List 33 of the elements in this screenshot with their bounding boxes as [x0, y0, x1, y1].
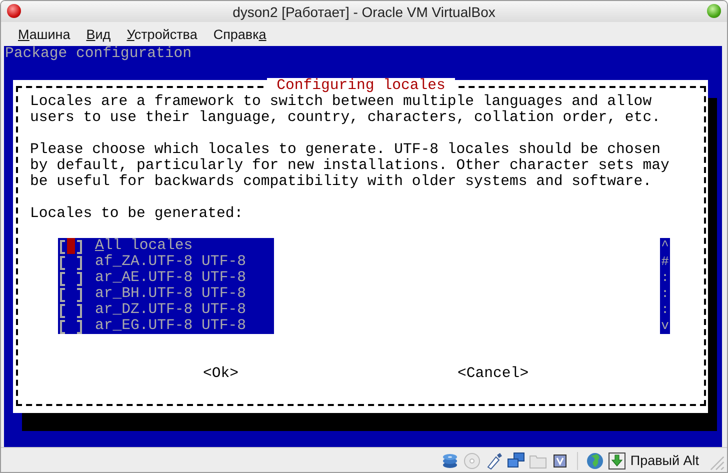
- menu-item[interactable]: Устройства: [118, 26, 206, 42]
- hard-disk-icon[interactable]: [441, 452, 460, 470]
- globe-icon[interactable]: [586, 452, 604, 470]
- checkbox[interactable]: [60, 256, 82, 268]
- menu-item[interactable]: Справка: [205, 26, 274, 42]
- list-label: Locales to be generated:: [30, 206, 244, 222]
- checkbox[interactable]: [60, 320, 82, 332]
- checkbox[interactable]: [60, 304, 82, 316]
- dialog-paragraph: Please choose which locales to generate. UTF-8 locales should be chosen by default, particularly for new installations. Other character sets may be useful for backwards compatibility with older systems and software.: [30, 142, 670, 190]
- dialog-title: Configuring locales: [266, 78, 456, 94]
- dialog-button[interactable]: <Ok>: [203, 366, 239, 382]
- locale-item[interactable]: ar_BH.UTF-8 UTF-8: [95, 286, 246, 302]
- locale-item[interactable]: ar_DZ.UTF-8 UTF-8: [95, 302, 246, 318]
- locale-item[interactable]: All locales: [95, 238, 193, 254]
- checkbox[interactable]: [60, 240, 82, 252]
- dialog-paragraph: Locales are a framework to switch between multiple languages and allow users to use their language, country, characters, collation order, etc.: [30, 94, 662, 126]
- window-title: dyson2 [Работает] - Oracle VM VirtualBox: [232, 4, 496, 20]
- locale-item[interactable]: ar_EG.UTF-8 UTF-8: [95, 318, 246, 334]
- menu-item[interactable]: Вид: [78, 26, 119, 42]
- host-key-label: Правый Alt: [630, 453, 699, 468]
- dialog-button[interactable]: <Cancel>: [458, 366, 529, 382]
- network-icon[interactable]: [507, 452, 526, 470]
- maximize-button[interactable]: [707, 4, 721, 18]
- menu-item[interactable]: Машина: [10, 26, 78, 42]
- checkbox[interactable]: [60, 272, 82, 284]
- checkbox[interactable]: [60, 288, 82, 300]
- usb-stick-icon[interactable]: [485, 452, 504, 470]
- scrollbar[interactable]: ^ # : : : v: [660, 238, 670, 334]
- close-button[interactable]: [7, 4, 21, 18]
- locale-item[interactable]: ar_AE.UTF-8 UTF-8: [95, 270, 246, 286]
- locale-item[interactable]: af_ZA.UTF-8 UTF-8: [95, 254, 246, 270]
- chip-icon[interactable]: [551, 452, 570, 470]
- console-header: Package configuration: [4, 46, 192, 62]
